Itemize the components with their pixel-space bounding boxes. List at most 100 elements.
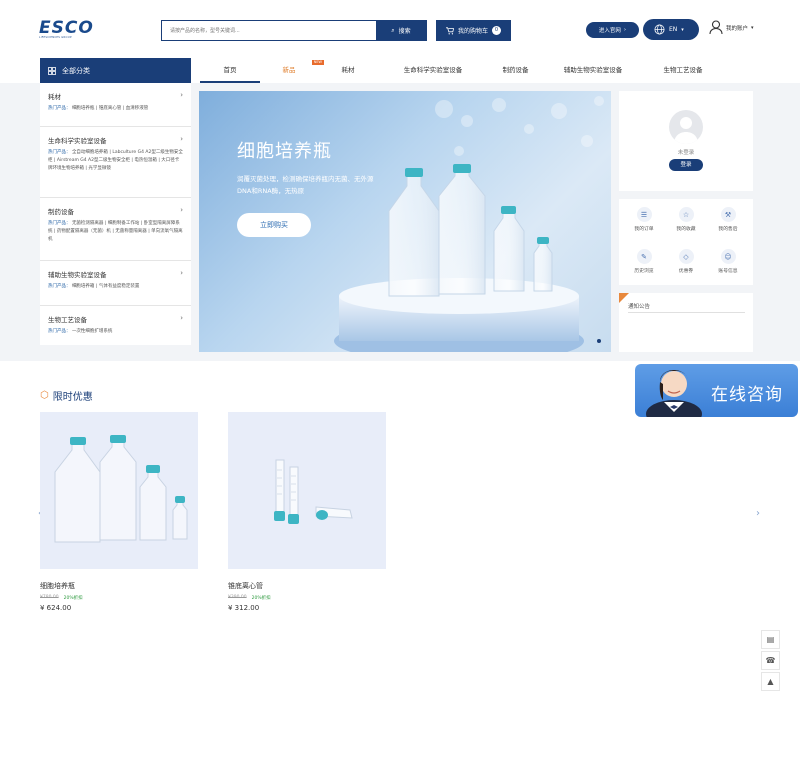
hot-prefix: 热门产品： [48, 329, 71, 334]
product-card[interactable]: 锥底离心管 ¥390.00 20%折扣 ¥ 312.00 [228, 412, 386, 612]
sub-link[interactable]: 一次性细胞扩增系统 [72, 329, 113, 334]
sub-link[interactable]: 细胞培养瓶 [72, 106, 95, 111]
back-to-top-icon[interactable]: ▲ [761, 672, 780, 691]
nav-home[interactable]: 首页 [200, 58, 260, 83]
chevron-right-icon: › [180, 269, 183, 277]
after-sales-icon: ⚒ [720, 207, 736, 222]
sub-link[interactable]: 无菌检测隔离器 [72, 221, 104, 226]
centrifuge-tube-image [274, 459, 353, 525]
category-subs: 热门产品： 细胞培养瓶 | 锥底离心管 | 血清移液管 [48, 106, 149, 111]
account-menu[interactable]: 我的账户 ▾ [709, 20, 754, 35]
user-card: 未登录 登录 [619, 91, 753, 191]
quick-link-favorites[interactable]: ☆ 我的收藏 [665, 207, 707, 243]
sub-link[interactable]: 锥底离心管 [99, 106, 122, 111]
sub-link[interactable]: 电热恒温箱 [134, 158, 157, 163]
avatar [669, 110, 703, 144]
quick-link-account-info[interactable]: ☺ 账号信息 [707, 249, 749, 285]
product-image[interactable] [228, 412, 386, 569]
sidebar-category-life-science[interactable]: 生命科学实验室设备 › 热门产品： 全自动细胞培养箱 | Labculture … [40, 127, 191, 198]
product-name[interactable]: 细胞培养瓶 [40, 581, 198, 591]
nav-aux-bio[interactable]: 辅助生物实验室设备 [543, 58, 643, 83]
nav-new[interactable]: 新品 NEW [260, 58, 324, 83]
sub-link[interactable]: 细胞培养箱 [72, 284, 95, 289]
logo-text: ESCO [39, 18, 94, 38]
nav-consumables[interactable]: 耗材 [318, 58, 378, 83]
nav-home-label: 首页 [223, 66, 237, 74]
language-switch[interactable]: EN ▾ [643, 19, 699, 40]
notice-card[interactable]: 通知公告 [619, 293, 753, 352]
quick-link-label: 账号信息 [718, 269, 738, 274]
sidebar-category-bioprocess[interactable]: 生物工艺设备 › 热门产品： 一次性细胞扩增系统 [40, 306, 191, 345]
chevron-right-icon: › [180, 135, 183, 143]
promo-section-title: ⬡ 限时优惠 [40, 388, 93, 403]
support-agent-icon [646, 370, 702, 417]
quick-link-after-sales[interactable]: ⚒ 我的售后 [707, 207, 749, 243]
search-icon: ⌕ [391, 26, 395, 34]
sidebar-category-pharma[interactable]: 制药设备 › 热门产品： 无菌检测隔离器 | 细胞制备工作站 | 卧室型隔离屏障… [40, 198, 191, 261]
history-icon: ✎ [636, 249, 652, 264]
category-subs: 热门产品： 无菌检测隔离器 | 细胞制备工作站 | 卧室型隔离屏障系统 | 药物… [48, 221, 183, 242]
sub-link[interactable]: 光学显微镜 [88, 166, 111, 171]
carousel-dot[interactable] [597, 339, 601, 343]
product-image[interactable] [40, 412, 198, 569]
carousel-next-arrow[interactable]: › [756, 508, 760, 519]
main-nav: 首页 新品 NEW 耗材 生命科学实验室设备 制药设备 辅助生物实验室设备 生物工… [200, 58, 752, 83]
coupon-icon: ◇ [678, 249, 694, 264]
quick-link-label: 我的收藏 [676, 227, 696, 232]
notice-title: 通知公告 [628, 304, 651, 310]
divider [628, 312, 745, 313]
discount-label: 20%折扣 [63, 596, 83, 601]
tag-icon: ⬡ [40, 390, 49, 401]
quick-link-history[interactable]: ✎ 历史浏览 [623, 249, 665, 285]
default-avatar-icon [674, 117, 698, 144]
sidebar-category-consumables[interactable]: 耗材 › 热门产品： 细胞培养瓶 | 锥底离心管 | 血清移液管 [40, 83, 191, 127]
logo[interactable]: ESCO LIFESCIENCES GROUP [39, 18, 94, 40]
sub-link[interactable]: 药物配置隔离器（无菌）机 [57, 229, 111, 234]
sub-link[interactable]: 气体有益度稳定装置 [99, 284, 140, 289]
discount-label: 20%折扣 [251, 596, 271, 601]
login-status: 未登录 [677, 150, 695, 156]
banner-description: 润覆灭菌处理，检测确保培养瓶内无菌、无外源DNA和RNA酶，无热原 [237, 175, 374, 195]
nav-pharma[interactable]: 制药设备 [488, 58, 543, 83]
cart-button[interactable]: 我的购物车 0 [436, 20, 511, 41]
language-label: EN [669, 26, 678, 33]
product-card[interactable]: 细胞培养瓶 ¥780.00 20%折扣 ¥ 624.00 [40, 412, 198, 612]
star-icon: ☆ [678, 207, 694, 222]
phone-icon[interactable]: ☎ [761, 651, 780, 670]
search-button[interactable]: ⌕ 搜索 [376, 21, 426, 40]
sub-link[interactable]: Airstream G4 A2型二级生物安全柜 [57, 158, 130, 163]
product-price-info: ¥780.00 20%折扣 [40, 595, 198, 601]
official-site-button[interactable]: 进入官网 › [586, 22, 639, 38]
hot-prefix: 热门产品： [48, 284, 71, 289]
sub-link[interactable]: 血清移液管 [126, 106, 149, 111]
floating-toolbar: ▤ ☎ ▲ [761, 630, 780, 693]
nav-life-science[interactable]: 生命科学实验室设备 [378, 58, 488, 83]
search-input[interactable] [162, 21, 376, 40]
sub-link[interactable]: 无菌称量隔离器 [115, 229, 147, 234]
search-box: ⌕ 搜索 [161, 20, 427, 41]
hot-prefix: 热门产品： [48, 150, 71, 155]
chat-icon[interactable]: ▤ [761, 630, 780, 649]
product-name[interactable]: 锥底离心管 [228, 581, 386, 591]
nav-life-science-label: 生命科学实验室设备 [403, 66, 463, 74]
buy-now-button[interactable]: 立即购买 [237, 213, 311, 237]
official-site-label: 进入官网 [598, 28, 621, 34]
category-title: 生命科学实验室设备 [48, 137, 107, 145]
category-subs: 热门产品： 全自动细胞培养箱 | Labculture G4 A2型二级生物安全… [48, 150, 183, 171]
nav-bioprocess[interactable]: 生物工艺设备 [643, 58, 723, 83]
hero-banner[interactable]: 细胞培养瓶 润覆灭菌处理，检测确保培养瓶内无菌、无外源DNA和RNA酶，无热原 … [199, 91, 611, 352]
online-consult-widget[interactable]: 在线咨询 [635, 364, 798, 417]
sub-link[interactable]: 细胞制备工作站 [108, 221, 140, 226]
all-categories-header[interactable]: 全部分类 [40, 58, 191, 83]
quick-link-orders[interactable]: ☰ 我的订单 [623, 207, 665, 243]
category-sidebar: 耗材 › 热门产品： 细胞培养瓶 | 锥底离心管 | 血清移液管 生命科学实验室… [40, 83, 191, 345]
quick-link-label: 我的售后 [718, 227, 738, 232]
login-button[interactable]: 登录 [669, 159, 703, 171]
quick-link-label: 优惠券 [678, 269, 694, 274]
category-title: 耗材 [48, 93, 61, 101]
sidebar-category-aux-bio[interactable]: 辅助生物实验室设备 › 热门产品： 细胞培养箱 | 气体有益度稳定装置 [40, 261, 191, 306]
sub-link[interactable]: 全自动细胞培养箱 [72, 150, 108, 155]
quick-link-coupons[interactable]: ◇ 优惠券 [665, 249, 707, 285]
banner-title: 细胞培养瓶 [237, 141, 332, 162]
original-price: ¥390.00 [228, 595, 247, 600]
